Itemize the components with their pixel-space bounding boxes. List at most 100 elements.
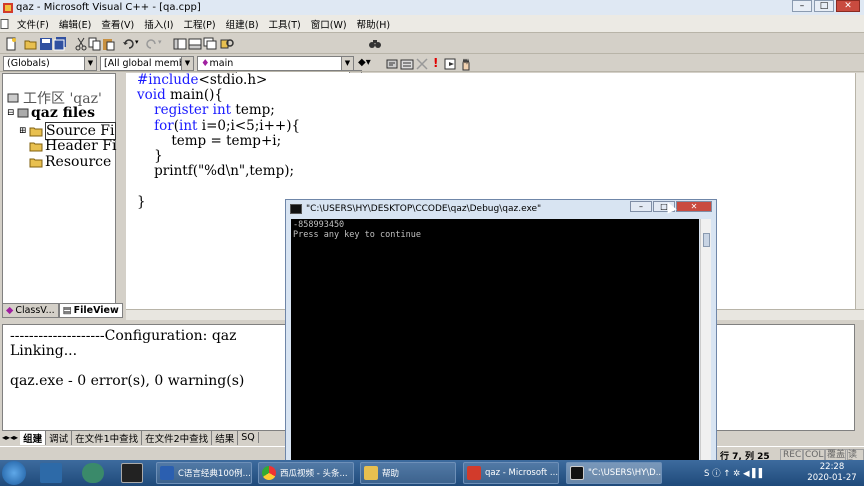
- console-minimize-button[interactable]: –: [630, 201, 652, 212]
- nox-icon[interactable]: [82, 463, 104, 483]
- menu-project[interactable]: 工程(P): [178, 17, 220, 31]
- folder-label: Header Fi: [45, 138, 117, 154]
- paste-icon[interactable]: [102, 37, 116, 51]
- console-scroll-thumb[interactable]: [703, 233, 710, 247]
- tray-icons[interactable]: S ⓘ ↑ ✲ ◀ ▌▌: [704, 467, 765, 479]
- settings-gear-icon[interactable]: [40, 463, 62, 483]
- workspace-window-icon[interactable]: [173, 37, 187, 51]
- folder-header[interactable]: Header Fi: [3, 138, 116, 154]
- chevron-down-icon[interactable]: ▼: [84, 57, 96, 70]
- file-icon: ▤: [62, 305, 72, 316]
- clock-time: 22:28: [819, 462, 845, 472]
- visual-cpp-icon: [467, 466, 481, 480]
- folder-resource[interactable]: Resource: [3, 154, 111, 170]
- class-icon: ◆: [6, 305, 14, 316]
- minimize-button[interactable]: –: [792, 0, 812, 12]
- function-combo[interactable]: ♦main ▼: [197, 56, 354, 71]
- help-icon: [364, 466, 378, 480]
- chevron-down-icon[interactable]: ▼: [181, 57, 193, 70]
- folder-label: Resource: [45, 154, 112, 170]
- tab-results[interactable]: 结果: [212, 430, 239, 445]
- tab-classview[interactable]: ◆ ClassV...: [2, 303, 59, 318]
- console-title: "C:\USERS\HY\DESKTOP\CCODE\qaz\Debug\qaz…: [306, 204, 542, 214]
- breakpoint-hand-icon[interactable]: [459, 57, 473, 71]
- tab-find2[interactable]: 在文件2中查找: [142, 430, 213, 445]
- new-file-icon[interactable]: [4, 37, 18, 51]
- document-icon: [0, 18, 9, 29]
- expand-icon[interactable]: ⊞: [19, 126, 29, 136]
- function-value: main: [209, 58, 234, 69]
- menu-bar: 文件(F) 编辑(E) 查看(V) 插入(I) 工程(P) 组建(B) 工具(T…: [0, 15, 864, 33]
- scope-combo[interactable]: (Globals) ▼: [3, 56, 97, 71]
- workspace-icon: [7, 93, 19, 103]
- tab-debug[interactable]: 调试: [46, 430, 73, 445]
- console-line: -858993450: [293, 220, 345, 230]
- editor-vertical-scrollbar[interactable]: [855, 73, 864, 309]
- function-icon: ♦: [201, 58, 210, 69]
- taskbar-button[interactable]: C语言经典100例...: [156, 462, 252, 484]
- console-icon: [570, 466, 584, 480]
- members-combo[interactable]: [All global members ▼: [100, 56, 194, 71]
- taskbar-label: 帮助: [382, 469, 400, 479]
- redo-icon[interactable]: [144, 37, 158, 51]
- undo-icon[interactable]: [122, 37, 136, 51]
- console-close-button[interactable]: ✕: [676, 201, 712, 212]
- project-node[interactable]: ⊟ qaz files: [3, 105, 95, 121]
- cut-icon[interactable]: [74, 37, 88, 51]
- project-label: qaz files: [31, 105, 95, 121]
- menu-insert[interactable]: 插入(I): [139, 17, 178, 31]
- folder-icon: [29, 142, 43, 152]
- console-icon: [290, 204, 302, 214]
- find-icon[interactable]: [368, 37, 382, 51]
- close-button[interactable]: ✕: [836, 0, 860, 12]
- taskbar-button[interactable]: qaz - Microsoft ...: [463, 462, 559, 484]
- tab-scroll-icon[interactable]: ◂▸◂▸: [2, 433, 18, 442]
- save-icon[interactable]: [39, 37, 53, 51]
- tab-find1[interactable]: 在文件1中查找: [72, 430, 143, 445]
- taskbar-label: C语言经典100例...: [178, 469, 251, 479]
- save-all-icon[interactable]: [53, 37, 67, 51]
- execute-icon[interactable]: !: [433, 56, 438, 70]
- find-in-files-icon[interactable]: [220, 37, 234, 51]
- taskbar-button[interactable]: "C:\USERS\HY\D...: [566, 462, 662, 484]
- wizard-action-icon[interactable]: ◆▾: [358, 57, 371, 68]
- output-window-icon[interactable]: [188, 37, 202, 51]
- tab-label: ClassV...: [15, 305, 55, 316]
- menu-build[interactable]: 组建(B): [221, 17, 264, 31]
- tab-fileview[interactable]: ▤ FileView: [58, 303, 123, 318]
- console-line: Press any key to continue: [293, 230, 421, 240]
- go-icon[interactable]: [444, 57, 458, 71]
- tab-sql[interactable]: SQ: [238, 432, 259, 443]
- stop-build-icon[interactable]: [415, 57, 429, 71]
- console-app-icon[interactable]: [121, 463, 143, 483]
- undo-dropdown-icon[interactable]: ▾: [135, 38, 139, 46]
- build-icon[interactable]: [400, 57, 414, 71]
- chevron-down-icon[interactable]: ▼: [341, 57, 353, 70]
- menu-tools[interactable]: 工具(T): [264, 17, 306, 31]
- start-button[interactable]: [2, 461, 26, 485]
- console-output[interactable]: -858993450 Press any key to continue: [291, 219, 699, 461]
- clock[interactable]: 22:28 2020-01-27: [806, 462, 858, 484]
- menu-help[interactable]: 帮助(H): [352, 17, 396, 31]
- collapse-icon[interactable]: ⊟: [7, 108, 17, 118]
- menu-window[interactable]: 窗口(W): [306, 17, 352, 31]
- taskbar-label: qaz - Microsoft ...: [485, 468, 559, 478]
- window-list-icon[interactable]: [203, 37, 217, 51]
- menu-view[interactable]: 查看(V): [96, 17, 139, 31]
- compile-icon[interactable]: [385, 57, 399, 71]
- menu-edit[interactable]: 编辑(E): [54, 17, 96, 31]
- tab-build[interactable]: 组建: [20, 430, 47, 445]
- taskbar-button[interactable]: 帮助: [360, 462, 456, 484]
- console-window[interactable]: "C:\USERS\HY\DESKTOP\CCODE\qaz\Debug\qaz…: [285, 199, 717, 461]
- redo-dropdown-icon[interactable]: ▾: [158, 38, 162, 46]
- copy-icon[interactable]: [88, 37, 102, 51]
- maximize-button[interactable]: □: [814, 0, 834, 12]
- folder-icon: [29, 127, 43, 137]
- taskbar-button[interactable]: 西瓜视频 - 头条...: [258, 462, 354, 484]
- menu-file[interactable]: 文件(F): [12, 17, 54, 31]
- console-scrollbar[interactable]: [700, 219, 711, 461]
- workspace-panel: 工作区 'qaz' ⊟ qaz files ⊞ Source Fi Header…: [2, 73, 116, 318]
- scope-value: (Globals): [7, 58, 50, 69]
- code-text[interactable]: #include<stdio.h> void main(){ register …: [137, 72, 300, 210]
- open-folder-icon[interactable]: [24, 37, 38, 51]
